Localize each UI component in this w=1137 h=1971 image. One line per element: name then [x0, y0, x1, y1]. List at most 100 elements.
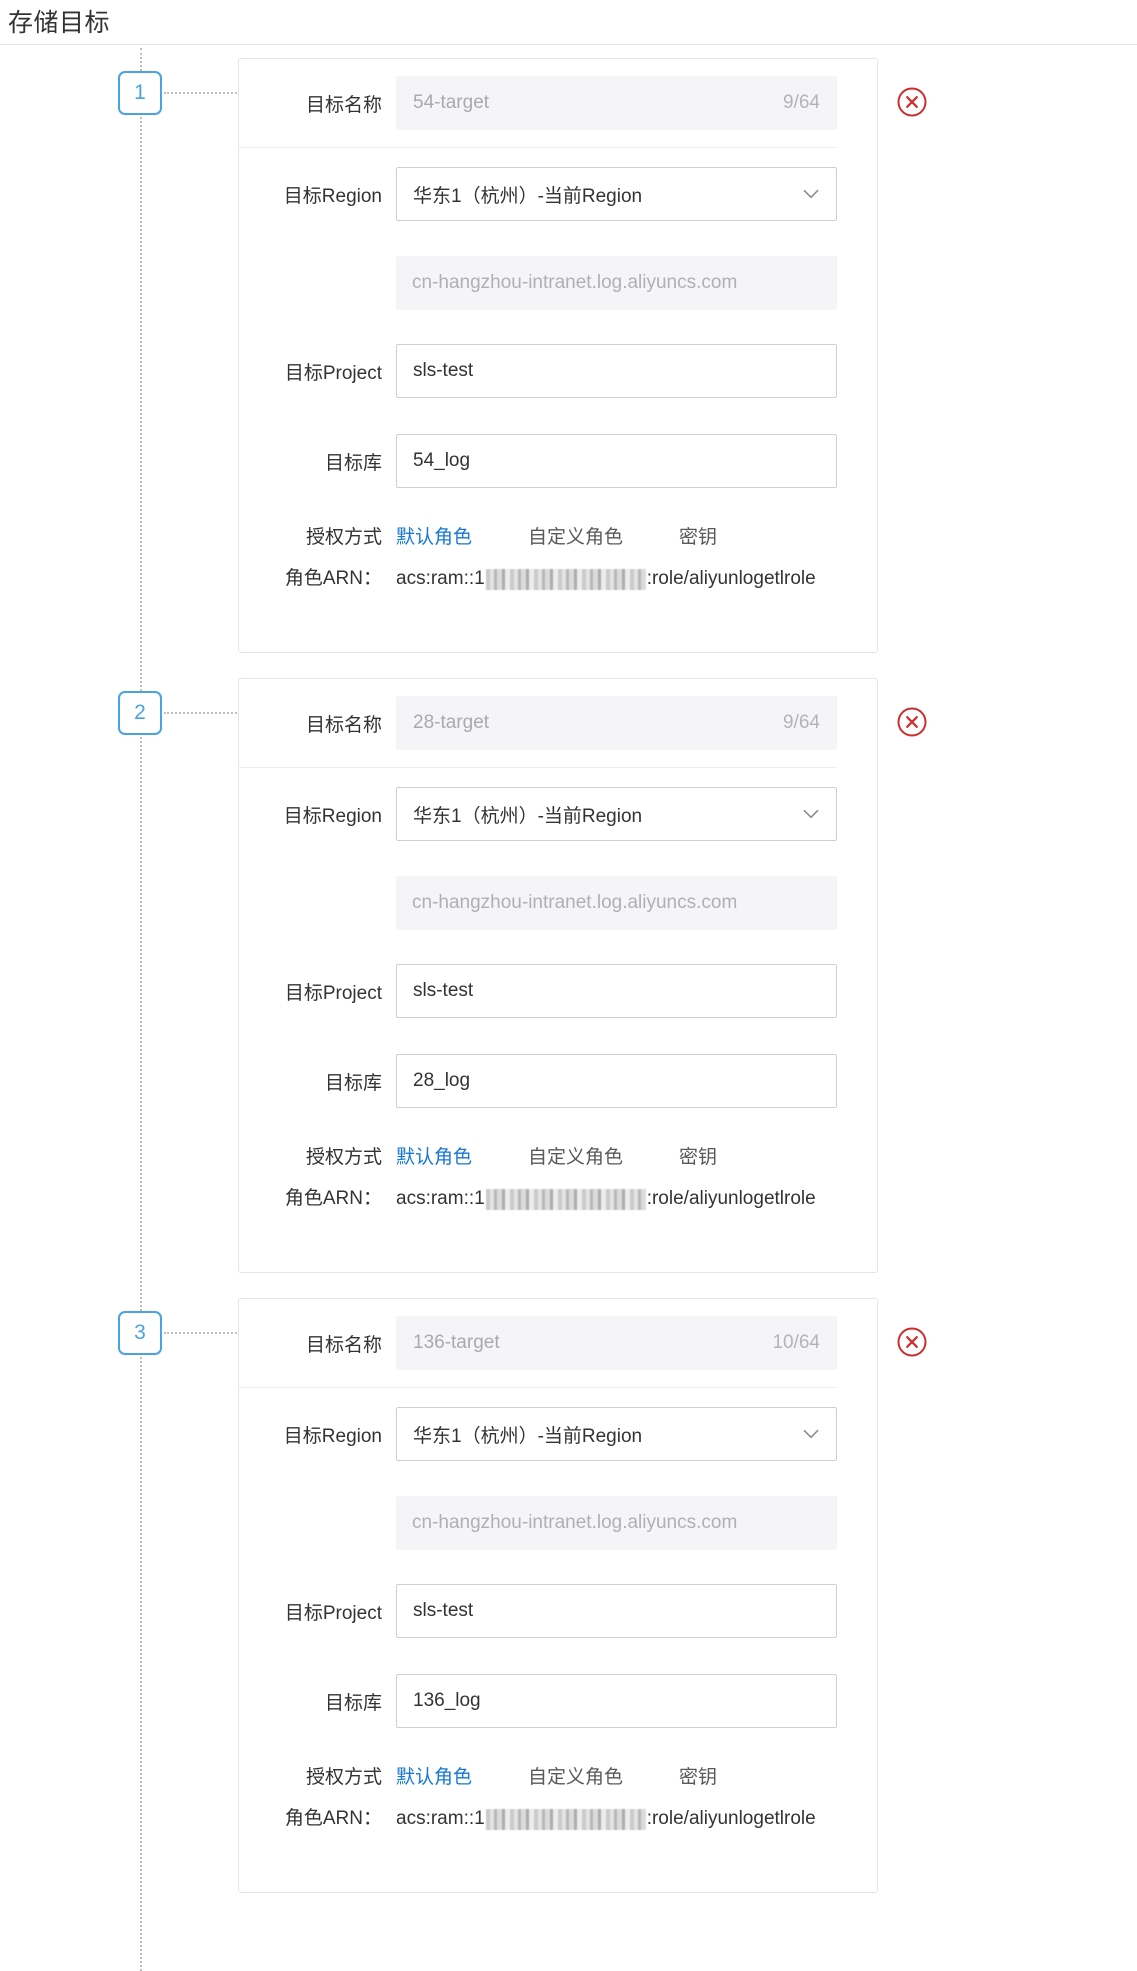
auth-tab-3[interactable]: 密钥 [679, 522, 717, 549]
target-project-row: 目标Project sls-test [239, 946, 837, 1036]
target-logstore-input[interactable]: 28_log [396, 1054, 837, 1108]
role-arn-redacted-account-id [485, 1808, 646, 1830]
auth-tab-2[interactable]: 自定义角色 [528, 522, 623, 549]
target-name-counter: 9/64 [783, 92, 820, 113]
auth-tab-2[interactable]: 自定义角色 [528, 1142, 623, 1169]
page-title: 存储目标 [8, 9, 111, 37]
role-arn-value: acs:ram::1 :role/aliyunlogetlrole [396, 1184, 837, 1214]
target-region-value: 华东1（杭州）-当前Region [413, 1425, 643, 1447]
target-endpoint-row: cn-hangzhou-intranet.log.aliyuncs.com [239, 860, 837, 946]
target-logstore-input[interactable]: 54_log [396, 434, 837, 488]
target-region-label: 目标Region [283, 185, 382, 207]
target-logstore-input[interactable]: 136_log [396, 1674, 837, 1728]
target-name-value: 54-target [413, 92, 490, 113]
target-endpoint-value: cn-hangzhou-intranet.log.aliyuncs.com [396, 256, 837, 310]
card-bottom-spacer [239, 1254, 837, 1272]
target-name-input[interactable]: 54-target 9/64 [396, 76, 837, 130]
auth-mode-label: 授权方式 [305, 526, 382, 548]
target-project-label: 目标Project [284, 362, 382, 384]
target-name-row: 目标名称 28-target 9/64 [239, 679, 837, 768]
target-logstore-label: 目标库 [324, 1692, 382, 1714]
target-name-value: 28-target [413, 712, 490, 733]
step-number-badge: 2 [118, 691, 162, 735]
storage-target-card: 目标名称 28-target 9/64 目标Region 华东1（杭州）-当前R… [238, 678, 878, 1273]
step-number-badge: 1 [118, 71, 162, 115]
auth-tab-1[interactable]: 默认角色 [396, 1762, 472, 1789]
target-region-value: 华东1（杭州）-当前Region [413, 805, 643, 827]
auth-mode-label: 授权方式 [305, 1766, 382, 1788]
target-endpoint-row: cn-hangzhou-intranet.log.aliyuncs.com [239, 240, 837, 326]
target-name-counter: 10/64 [772, 1332, 820, 1353]
step-connector-line [164, 92, 237, 94]
auth-mode-label: 授权方式 [305, 1146, 382, 1168]
target-project-row: 目标Project sls-test [239, 326, 837, 416]
chevron-down-icon [803, 809, 819, 819]
storage-target-step: 1 目标名称 54-target 9/64 目标Region 华东1（杭州）-当… [0, 58, 1137, 653]
auth-tab-3[interactable]: 密钥 [679, 1762, 717, 1789]
role-arn-redacted-account-id [485, 1188, 646, 1210]
delete-target-button[interactable] [895, 705, 929, 739]
auth-mode-tabs: 默认角色 自定义角色 密钥 [396, 1762, 837, 1789]
storage-target-step: 2 目标名称 28-target 9/64 目标Region 华东1（杭州）-当… [0, 678, 1137, 1273]
role-arn-label: 角色ARN： [284, 568, 382, 589]
auth-mode-row: 授权方式 默认角色 自定义角色 密钥 [239, 1126, 837, 1184]
auth-mode-tabs: 默认角色 自定义角色 密钥 [396, 1142, 837, 1169]
role-arn-suffix: :role/aliyunlogetlrole [646, 1808, 816, 1829]
delete-target-button[interactable] [895, 85, 929, 119]
target-project-label: 目标Project [284, 982, 382, 1004]
target-region-select[interactable]: 华东1（杭州）-当前Region [396, 1407, 837, 1461]
target-region-value: 华东1（杭州）-当前Region [413, 185, 643, 207]
target-name-input[interactable]: 28-target 9/64 [396, 696, 837, 750]
role-arn-value: acs:ram::1:role/aliyunlogetlrole [396, 564, 837, 594]
step-connector-line [164, 1332, 237, 1334]
delete-circle-x-icon [897, 707, 927, 737]
role-arn-value: acs:ram::1 :role/aliyunlogetlrole [396, 1804, 837, 1834]
target-region-label: 目标Region [283, 1425, 382, 1447]
role-arn-suffix: :role/aliyunlogetlrole [646, 1188, 816, 1209]
storage-target-step: 3 目标名称 136-target 10/64 目标Region 华东1（杭州）… [0, 1298, 1137, 1893]
target-project-input[interactable]: sls-test [396, 344, 837, 398]
target-project-input[interactable]: sls-test [396, 964, 837, 1018]
role-arn-prefix: acs:ram::1 [396, 1808, 485, 1829]
role-arn-row: 角色ARN： acs:ram::1:role/aliyunlogetlrole [239, 564, 837, 634]
auth-tab-1[interactable]: 默认角色 [396, 522, 472, 549]
target-region-label: 目标Region [283, 805, 382, 827]
storage-targets-page: 存储目标 1 目标名称 54-target 9/64 目标Region 华东1（… [0, 0, 1137, 1971]
target-endpoint-row: cn-hangzhou-intranet.log.aliyuncs.com [239, 1480, 837, 1566]
target-name-label: 目标名称 [305, 1334, 382, 1356]
target-name-input[interactable]: 136-target 10/64 [396, 1316, 837, 1370]
auth-tab-3[interactable]: 密钥 [679, 1142, 717, 1169]
role-arn-row: 角色ARN： acs:ram::1 :role/aliyunlogetlrole [239, 1804, 837, 1874]
role-arn-redacted-account-id [485, 568, 646, 590]
target-name-row: 目标名称 54-target 9/64 [239, 59, 837, 148]
target-logstore-row: 目标库 28_log [239, 1036, 837, 1126]
title-divider [0, 44, 1137, 45]
target-region-row: 目标Region 华东1（杭州）-当前Region [239, 1388, 837, 1480]
chevron-down-icon [803, 1429, 819, 1439]
target-name-label: 目标名称 [305, 714, 382, 736]
target-region-row: 目标Region 华东1（杭州）-当前Region [239, 148, 837, 240]
auth-mode-row: 授权方式 默认角色 自定义角色 密钥 [239, 1746, 837, 1804]
target-region-row: 目标Region 华东1（杭州）-当前Region [239, 768, 837, 860]
card-bottom-spacer [239, 634, 837, 652]
auth-tab-1[interactable]: 默认角色 [396, 1142, 472, 1169]
auth-tab-2[interactable]: 自定义角色 [528, 1762, 623, 1789]
role-arn-label: 角色ARN： [284, 1808, 382, 1829]
target-region-select[interactable]: 华东1（杭州）-当前Region [396, 787, 837, 841]
target-region-select[interactable]: 华东1（杭州）-当前Region [396, 167, 837, 221]
target-project-input[interactable]: sls-test [396, 1584, 837, 1638]
role-arn-prefix: acs:ram::1 [396, 568, 485, 589]
chevron-down-icon [803, 189, 819, 199]
target-name-label: 目标名称 [305, 94, 382, 116]
auth-mode-row: 授权方式 默认角色 自定义角色 密钥 [239, 506, 837, 564]
target-logstore-label: 目标库 [324, 1072, 382, 1094]
target-logstore-row: 目标库 54_log [239, 416, 837, 506]
target-logstore-row: 目标库 136_log [239, 1656, 837, 1746]
role-arn-prefix: acs:ram::1 [396, 1188, 485, 1209]
delete-target-button[interactable] [895, 1325, 929, 1359]
storage-targets-list: 1 目标名称 54-target 9/64 目标Region 华东1（杭州）-当… [0, 58, 1137, 1918]
role-arn-row: 角色ARN： acs:ram::1:role/aliyunlogetlrole [239, 1184, 837, 1254]
target-name-value: 136-target [413, 1332, 500, 1353]
storage-target-card: 目标名称 136-target 10/64 目标Region 华东1（杭州）-当… [238, 1298, 878, 1893]
delete-circle-x-icon [897, 1327, 927, 1357]
